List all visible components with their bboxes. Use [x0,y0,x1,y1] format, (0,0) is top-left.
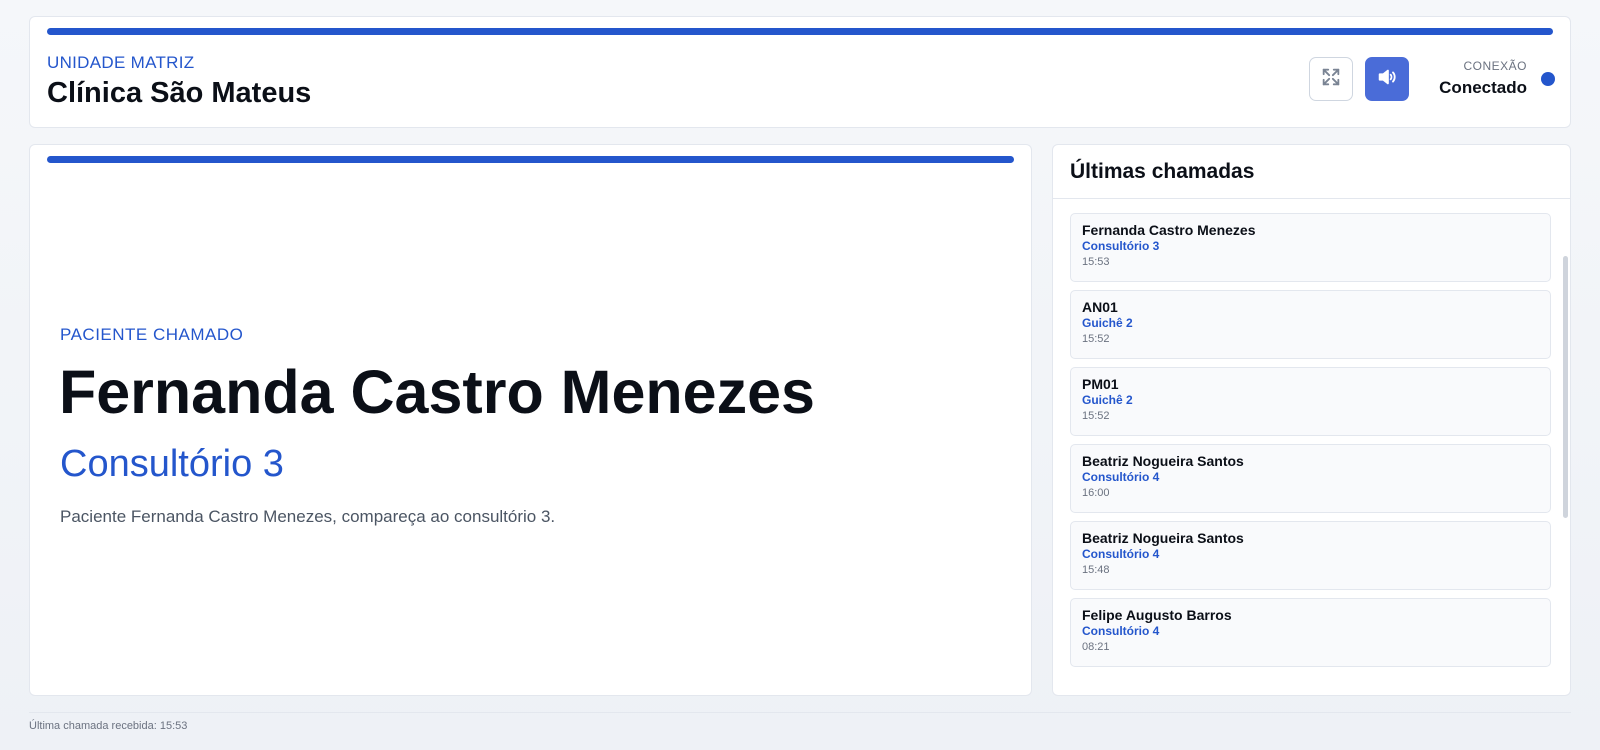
footer-last-call: Última chamada recebida: 15:53 [29,720,188,732]
recent-call-time: 16:00 [1082,487,1110,499]
recent-call-room: Consultório 3 [1082,239,1160,253]
recent-call-item: PM01 Guichê 2 15:52 [1070,367,1551,436]
recent-calls-panel: Últimas chamadas Fernanda Castro Menezes… [1052,144,1571,696]
recent-call-room: Consultório 4 [1082,624,1160,638]
recent-call-room: Guichê 2 [1082,393,1133,407]
called-patient-label: PACIENTE CHAMADO [60,325,244,344]
recent-call-name: AN01 [1082,299,1118,315]
header-accent-bar [47,28,1553,35]
recent-call-time: 08:21 [1082,641,1110,653]
recent-call-item: Beatriz Nogueira Santos Consultório 4 16… [1070,444,1551,513]
recent-calls-scrollbar[interactable] [1563,256,1568,518]
recent-call-item: Fernanda Castro Menezes Consultório 3 15… [1070,213,1551,282]
unit-label: UNIDADE MATRIZ [47,53,195,72]
connection-status-dot [1541,72,1555,86]
recent-calls-title: Últimas chamadas [1070,160,1255,183]
called-room: Consultório 3 [60,443,284,485]
recent-call-name: Felipe Augusto Barros [1082,607,1232,623]
called-patient-name: Fernanda Castro Menezes [59,358,815,426]
connection-status: Conectado [1439,78,1527,97]
header-card: UNIDADE MATRIZ Clínica São Mateus CONEXÃ… [29,16,1571,128]
recent-call-time: 15:48 [1082,564,1110,576]
recent-call-room: Guichê 2 [1082,316,1133,330]
connection-label: CONEXÃO [1463,59,1527,73]
sound-button[interactable] [1365,57,1409,101]
panel-accent-bar [47,156,1014,163]
clinic-title: Clínica São Mateus [47,77,312,109]
speaker-icon [1376,66,1398,93]
recent-call-name: PM01 [1082,376,1119,392]
recent-call-name: Fernanda Castro Menezes [1082,222,1256,238]
recent-call-time: 15:53 [1082,256,1110,268]
recent-call-item: AN01 Guichê 2 15:52 [1070,290,1551,359]
recent-call-item: Beatriz Nogueira Santos Consultório 4 15… [1070,521,1551,590]
recent-call-room: Consultório 4 [1082,470,1160,484]
called-message: Paciente Fernanda Castro Menezes, compar… [60,507,556,526]
current-call-panel: PACIENTE CHAMADO Fernanda Castro Menezes… [29,144,1032,696]
recent-call-time: 15:52 [1082,410,1110,422]
expand-icon [1320,66,1342,93]
recent-call-time: 15:52 [1082,333,1110,345]
footer-divider [29,712,1571,713]
recent-call-name: Beatriz Nogueira Santos [1082,530,1244,546]
recent-call-item: Felipe Augusto Barros Consultório 4 08:2… [1070,598,1551,667]
recent-calls-divider [1053,198,1570,199]
fullscreen-button[interactable] [1309,57,1353,101]
recent-call-name: Beatriz Nogueira Santos [1082,453,1244,469]
recent-call-room: Consultório 4 [1082,547,1160,561]
